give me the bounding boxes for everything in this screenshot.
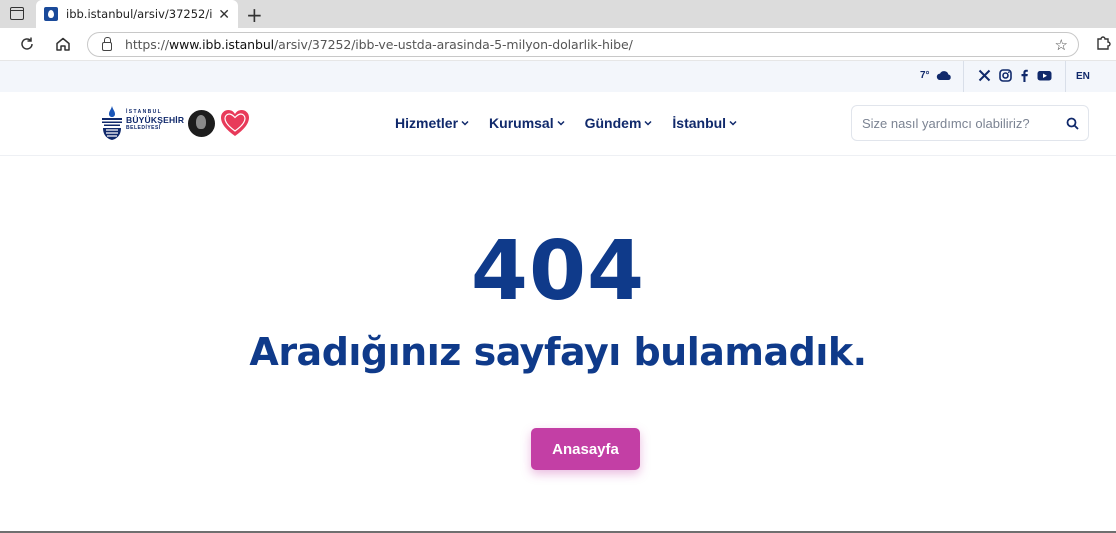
error-message: Aradığınız sayfayı bulamadık. [249,330,867,374]
favorite-star-icon[interactable]: ☆ [1055,36,1068,54]
site-favicon-icon [44,7,58,21]
url-field[interactable]: https://www.ibb.istanbul/arsiv/37252/ibb… [87,32,1079,57]
search-input[interactable]: Size nasıl yardımcı olabiliriz? [851,105,1089,141]
main-nav: Hizmetler Kurumsal Gündem İstanbul [395,115,737,131]
address-bar: https://www.ibb.istanbul/arsiv/37252/ibb… [0,28,1116,61]
chevron-down-icon [557,120,565,126]
x-twitter-icon[interactable] [978,69,991,82]
browser-tab[interactable]: ibb.istanbul/arsiv/37252/ibb-ve-u ✕ [36,0,238,28]
topbar-divider [1065,61,1066,92]
nav-item-kurumsal[interactable]: Kurumsal [489,115,565,131]
cloud-icon [936,71,951,80]
search-icon[interactable] [1066,117,1079,130]
ibb-logo-icon[interactable] [100,106,124,140]
search-placeholder: Size nasıl yardımcı olabiliriz? [862,115,1030,131]
ataturk-portrait-icon [188,110,215,137]
browser-tab-strip: ibb.istanbul/arsiv/37252/ibb-ve-u ✕ + [0,0,1116,28]
chevron-down-icon [729,120,737,126]
reload-icon[interactable] [16,33,38,55]
facebook-icon[interactable] [1018,69,1031,82]
error-content: 404 Aradığınız sayfayı bulamadık. Anasay… [0,157,1116,532]
site-topbar: 7° EN [0,61,1116,92]
chevron-down-icon [644,120,652,126]
error-code: 404 [470,224,646,319]
heart-badge-icon [221,110,249,136]
nav-item-gundem[interactable]: Gündem [585,115,653,131]
chevron-down-icon [461,120,469,126]
window-menu-icon[interactable] [10,7,24,20]
ibb-logo-text[interactable]: İSTANBUL BÜYÜKŞEHİR BELEDİYESİ [126,110,184,131]
nav-item-istanbul[interactable]: İstanbul [672,115,737,131]
close-tab-icon[interactable]: ✕ [218,6,230,23]
youtube-icon[interactable] [1037,69,1052,82]
language-switch[interactable]: EN [1076,71,1090,82]
home-icon[interactable] [52,33,74,55]
tab-title: ibb.istanbul/arsiv/37252/ibb-ve-u [66,7,213,21]
instagram-icon[interactable] [999,69,1012,82]
topbar-divider [963,61,964,92]
new-tab-icon[interactable]: + [246,3,263,27]
url-text: https://www.ibb.istanbul/arsiv/37252/ibb… [125,37,633,52]
weather-temperature: 7° [920,70,930,81]
extensions-icon[interactable] [1094,33,1112,51]
lock-icon[interactable] [102,36,112,51]
home-button[interactable]: Anasayfa [531,428,640,470]
nav-item-hizmetler[interactable]: Hizmetler [395,115,469,131]
site-header: İSTANBUL BÜYÜKŞEHİR BELEDİYESİ Hizmetler… [0,92,1116,156]
